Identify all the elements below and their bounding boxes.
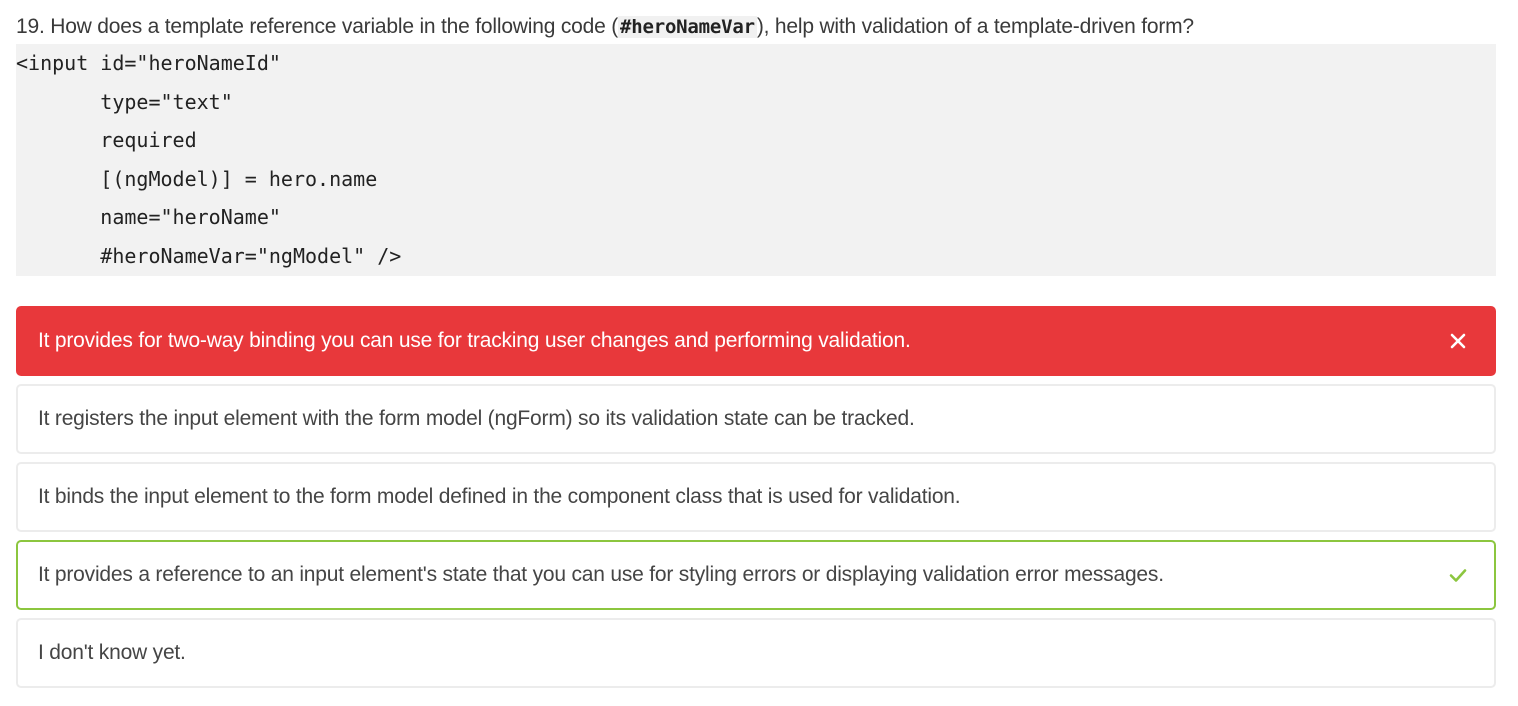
question-code-reference: #heroNameVar	[617, 16, 757, 38]
code-block: <input id="heroNameId" type="text" requi…	[16, 44, 1496, 276]
answer-option-5[interactable]: I don't know yet.	[16, 618, 1496, 688]
question-suffix: ), help with validation of a template-dr…	[756, 15, 1194, 38]
answer-option-label: It provides for two-way binding you can …	[38, 329, 911, 352]
answer-option-label: I don't know yet.	[38, 641, 186, 664]
answer-option-2[interactable]: It registers the input element with the …	[16, 384, 1496, 454]
close-icon	[1450, 333, 1466, 349]
code-line: type="text"	[16, 90, 233, 114]
answer-option-label: It binds the input element to the form m…	[38, 485, 961, 508]
answer-option-label: It registers the input element with the …	[38, 407, 915, 430]
code-line: [(ngModel)] = hero.name	[16, 167, 378, 191]
code-line: required	[16, 128, 197, 152]
code-line: <input id="heroNameId"	[16, 51, 281, 75]
answer-option-3[interactable]: It binds the input element to the form m…	[16, 462, 1496, 532]
answer-option-label: It provides a reference to an input elem…	[38, 563, 1164, 586]
question-prefix: 19. How does a template reference variab…	[16, 15, 618, 38]
question-text: 19. How does a template reference variab…	[16, 12, 1502, 42]
code-line: #heroNameVar="ngModel" />	[16, 244, 402, 268]
code-line: name="heroName"	[16, 205, 281, 229]
answer-option-4-correct[interactable]: It provides a reference to an input elem…	[16, 540, 1496, 610]
check-icon	[1449, 569, 1467, 582]
answer-option-1-incorrect[interactable]: It provides for two-way binding you can …	[16, 306, 1496, 376]
